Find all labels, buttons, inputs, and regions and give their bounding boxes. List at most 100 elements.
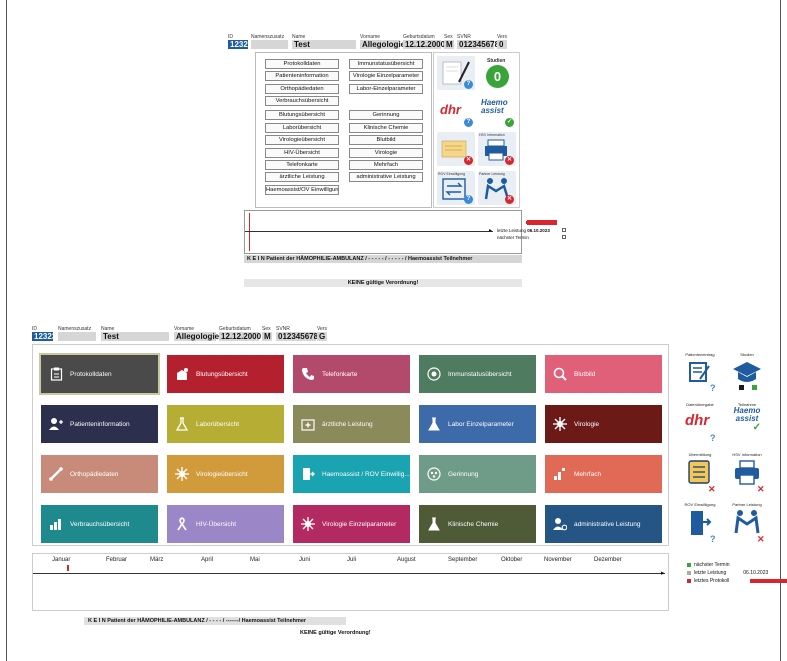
tile-orthopaediedaten[interactable]: Orthopädiedaten: [41, 455, 158, 493]
old-legend-checkbox-2[interactable]: [562, 235, 566, 239]
old-btn-virologie-einzelparameter[interactable]: Virologie Einzelparameter: [349, 71, 423, 81]
old-btn-hiv-uebersicht[interactable]: HIV-Übersicht: [265, 148, 339, 158]
tile-gerinnung[interactable]: Gerinnung: [419, 455, 536, 493]
new-tile-panel: Protokolldaten Blutungsübersicht Telefon…: [32, 344, 669, 546]
flask-icon: [427, 417, 441, 431]
old-hiv-info-label: HSV Information: [479, 133, 505, 137]
new-prescription-notice: KEINE gültige Verordnung!: [300, 630, 371, 636]
timeline-protocol-marker[interactable]: [67, 565, 69, 571]
old-patient-entry-tile[interactable]: ?: [437, 56, 475, 90]
tile-virologieuebersicht[interactable]: Virologieübersicht: [167, 455, 284, 493]
tile-virologie[interactable]: Virologie: [545, 405, 662, 443]
new-id-field[interactable]: 12323: [32, 332, 56, 341]
old-btn-verbrauchsuebersicht[interactable]: Verbrauchsübersicht: [265, 96, 339, 106]
old-sex-field[interactable]: M: [444, 40, 454, 49]
tile-label: Mehrfach: [574, 470, 602, 478]
old-rov-label: ROV Einwilligung: [438, 172, 466, 176]
old-btn-haemoassist-einwilligung[interactable]: Haemoassist/OV Einwilligung: [265, 185, 339, 195]
new-name-field[interactable]: Test: [101, 332, 169, 341]
old-name-suffix-field[interactable]: [251, 40, 288, 49]
old-btn-gerinnung[interactable]: Gerinnung: [349, 110, 423, 120]
help-badge-icon: ?: [464, 195, 473, 204]
new-dob-field[interactable]: 12.12.2000: [219, 332, 261, 341]
old-haemoassist-tile[interactable]: Haemo assist ✓: [478, 94, 516, 128]
tile-blutbild[interactable]: Blutbild: [545, 355, 662, 393]
old-btn-protokolldaten[interactable]: Protokolldaten: [265, 59, 339, 69]
old-btn-immunstatus[interactable]: Immunstatusübersicht: [349, 59, 423, 69]
tile-laboruebersicht[interactable]: Laborübersicht: [167, 405, 284, 443]
new-vers-field[interactable]: G: [317, 332, 327, 341]
side-hiv-info[interactable]: HSV Information ✕: [727, 452, 767, 496]
old-first-name-field[interactable]: Allegologie: [360, 40, 405, 49]
old-dob-field[interactable]: 12.12.2000: [403, 40, 445, 49]
new-name-suffix-field[interactable]: [58, 332, 96, 341]
partner-handshake-icon: ✕: [734, 510, 765, 544]
old-hiv-info-tile[interactable]: HSV Information ✕: [478, 132, 516, 166]
tile-aerztliche-leistung[interactable]: ärztliche Leistung: [293, 405, 410, 443]
old-btn-blutbild[interactable]: Blutbild: [349, 135, 423, 145]
old-partner-tile[interactable]: Partner Leistung ✕: [478, 171, 516, 205]
tile-klinische-chemie[interactable]: Klinische Chemie: [419, 505, 536, 543]
old-vers-field[interactable]: 0: [497, 40, 507, 49]
old-dhr-tile[interactable]: dhr ?: [437, 94, 475, 128]
old-btn-telefonkarte[interactable]: Telefonkarte: [265, 160, 339, 170]
medkit-icon: [301, 417, 315, 431]
steps-icon: [553, 467, 567, 481]
tile-virologie-einzelparameter[interactable]: Virologie Einzelparameter: [293, 505, 410, 543]
tile-hiv-uebersicht[interactable]: HIV-Übersicht: [167, 505, 284, 543]
old-btn-administrative-leistung[interactable]: administrative Leistung: [349, 172, 423, 182]
side-dhr[interactable]: Datenübergabe dhr ?: [680, 402, 720, 446]
side-haemoassist[interactable]: Teilnahme Haemo assist ✓: [727, 402, 767, 446]
new-first-name-field[interactable]: Allegologie: [174, 332, 219, 341]
tile-label: Virologie Einzelparameter: [322, 520, 397, 528]
new-timeline[interactable]: Januar Februar März April Mai Juni Juli …: [32, 553, 669, 611]
new-sex-field[interactable]: M: [262, 332, 272, 341]
old-btn-klinische-chemie[interactable]: Klinische Chemie: [349, 123, 423, 133]
tile-verbrauchsuebersicht[interactable]: Verbrauchsübersicht: [41, 505, 158, 543]
tile-labor-einzelparameter[interactable]: Labor Einzelparameter: [419, 405, 536, 443]
old-btn-laboruebersicht[interactable]: Laborübersicht: [265, 123, 339, 133]
old-btn-mehrfach[interactable]: Mehrfach: [349, 160, 423, 170]
old-rov-tile[interactable]: ROV Einwilligung ?: [437, 171, 475, 205]
new-svnr-field[interactable]: 012345678: [276, 332, 318, 341]
side-patient-entry[interactable]: Patienteneintrag ?: [680, 352, 720, 396]
old-svnr-field[interactable]: 012345678: [457, 40, 499, 49]
old-invoice-tile[interactable]: ✕: [437, 132, 475, 166]
legend-last-service: letzte Leistung 06.10.2023: [687, 570, 768, 576]
old-name-field[interactable]: Test: [292, 40, 356, 49]
tile-telefonkarte[interactable]: Telefonkarte: [293, 355, 410, 393]
tile-patienteninformation[interactable]: Patienteninformation: [41, 405, 158, 443]
legend-red-bar: [750, 579, 787, 583]
tile-mehrfach[interactable]: Mehrfach: [545, 455, 662, 493]
old-timeline[interactable]: ▸: [244, 210, 557, 254]
side-invoice[interactable]: Übermittlung ✕: [680, 452, 720, 496]
old-last-service-date: 06.10.2023: [527, 228, 550, 233]
error-badge-icon: ✕: [505, 195, 514, 204]
old-btn-orthopaediedaten[interactable]: Orthopädiedaten: [265, 84, 339, 94]
old-btn-patienteninformation[interactable]: Patienteninformation: [265, 71, 339, 81]
month-label: August: [397, 557, 416, 563]
side-partner[interactable]: Partner Leistung ✕: [727, 502, 767, 546]
month-label: Juli: [347, 557, 357, 563]
old-btn-virologie[interactable]: Virologie: [349, 148, 423, 158]
old-btn-virologieuebersicht[interactable]: Virologieübersicht: [265, 135, 339, 145]
side-studies[interactable]: Studien: [727, 352, 767, 396]
phone-icon: [301, 367, 315, 381]
old-studies-tile[interactable]: Studien 0: [478, 56, 516, 90]
tile-immunstatus[interactable]: Immunstatusübersicht: [419, 355, 536, 393]
legend-last-service-date: 06.10.2023: [743, 570, 769, 576]
old-btn-blutungsuebersicht[interactable]: Blutungsübersicht: [265, 110, 339, 120]
side-rov[interactable]: ROV Einwilligung ?: [680, 502, 720, 546]
old-btn-aerztliche-leistung[interactable]: ärztliche Leistung: [265, 172, 339, 182]
old-id-field[interactable]: 12323: [228, 40, 252, 49]
old-button-panel: Protokolldaten Patienteninformation Orth…: [255, 52, 432, 208]
tile-protokolldaten[interactable]: Protokolldaten: [39, 353, 160, 395]
tile-administrative-leistung[interactable]: administrative Leistung: [545, 505, 662, 543]
old-btn-labor-einzelparameter[interactable]: Labor-Einzelparameter: [349, 84, 423, 94]
tile-blutungsuebersicht[interactable]: Blutungsübersicht: [167, 355, 284, 393]
old-timeline-axis: [245, 231, 493, 232]
tile-haemoassist-rov[interactable]: Haemoassist / ROV Einwillig...: [293, 455, 410, 493]
old-icon-panel: ? Studien 0 dhr ? Haemo assist ✓ ✕ HSV I…: [433, 52, 520, 208]
old-legend-checkbox-1[interactable]: [562, 228, 566, 232]
tile-label: Virologie: [574, 420, 600, 428]
